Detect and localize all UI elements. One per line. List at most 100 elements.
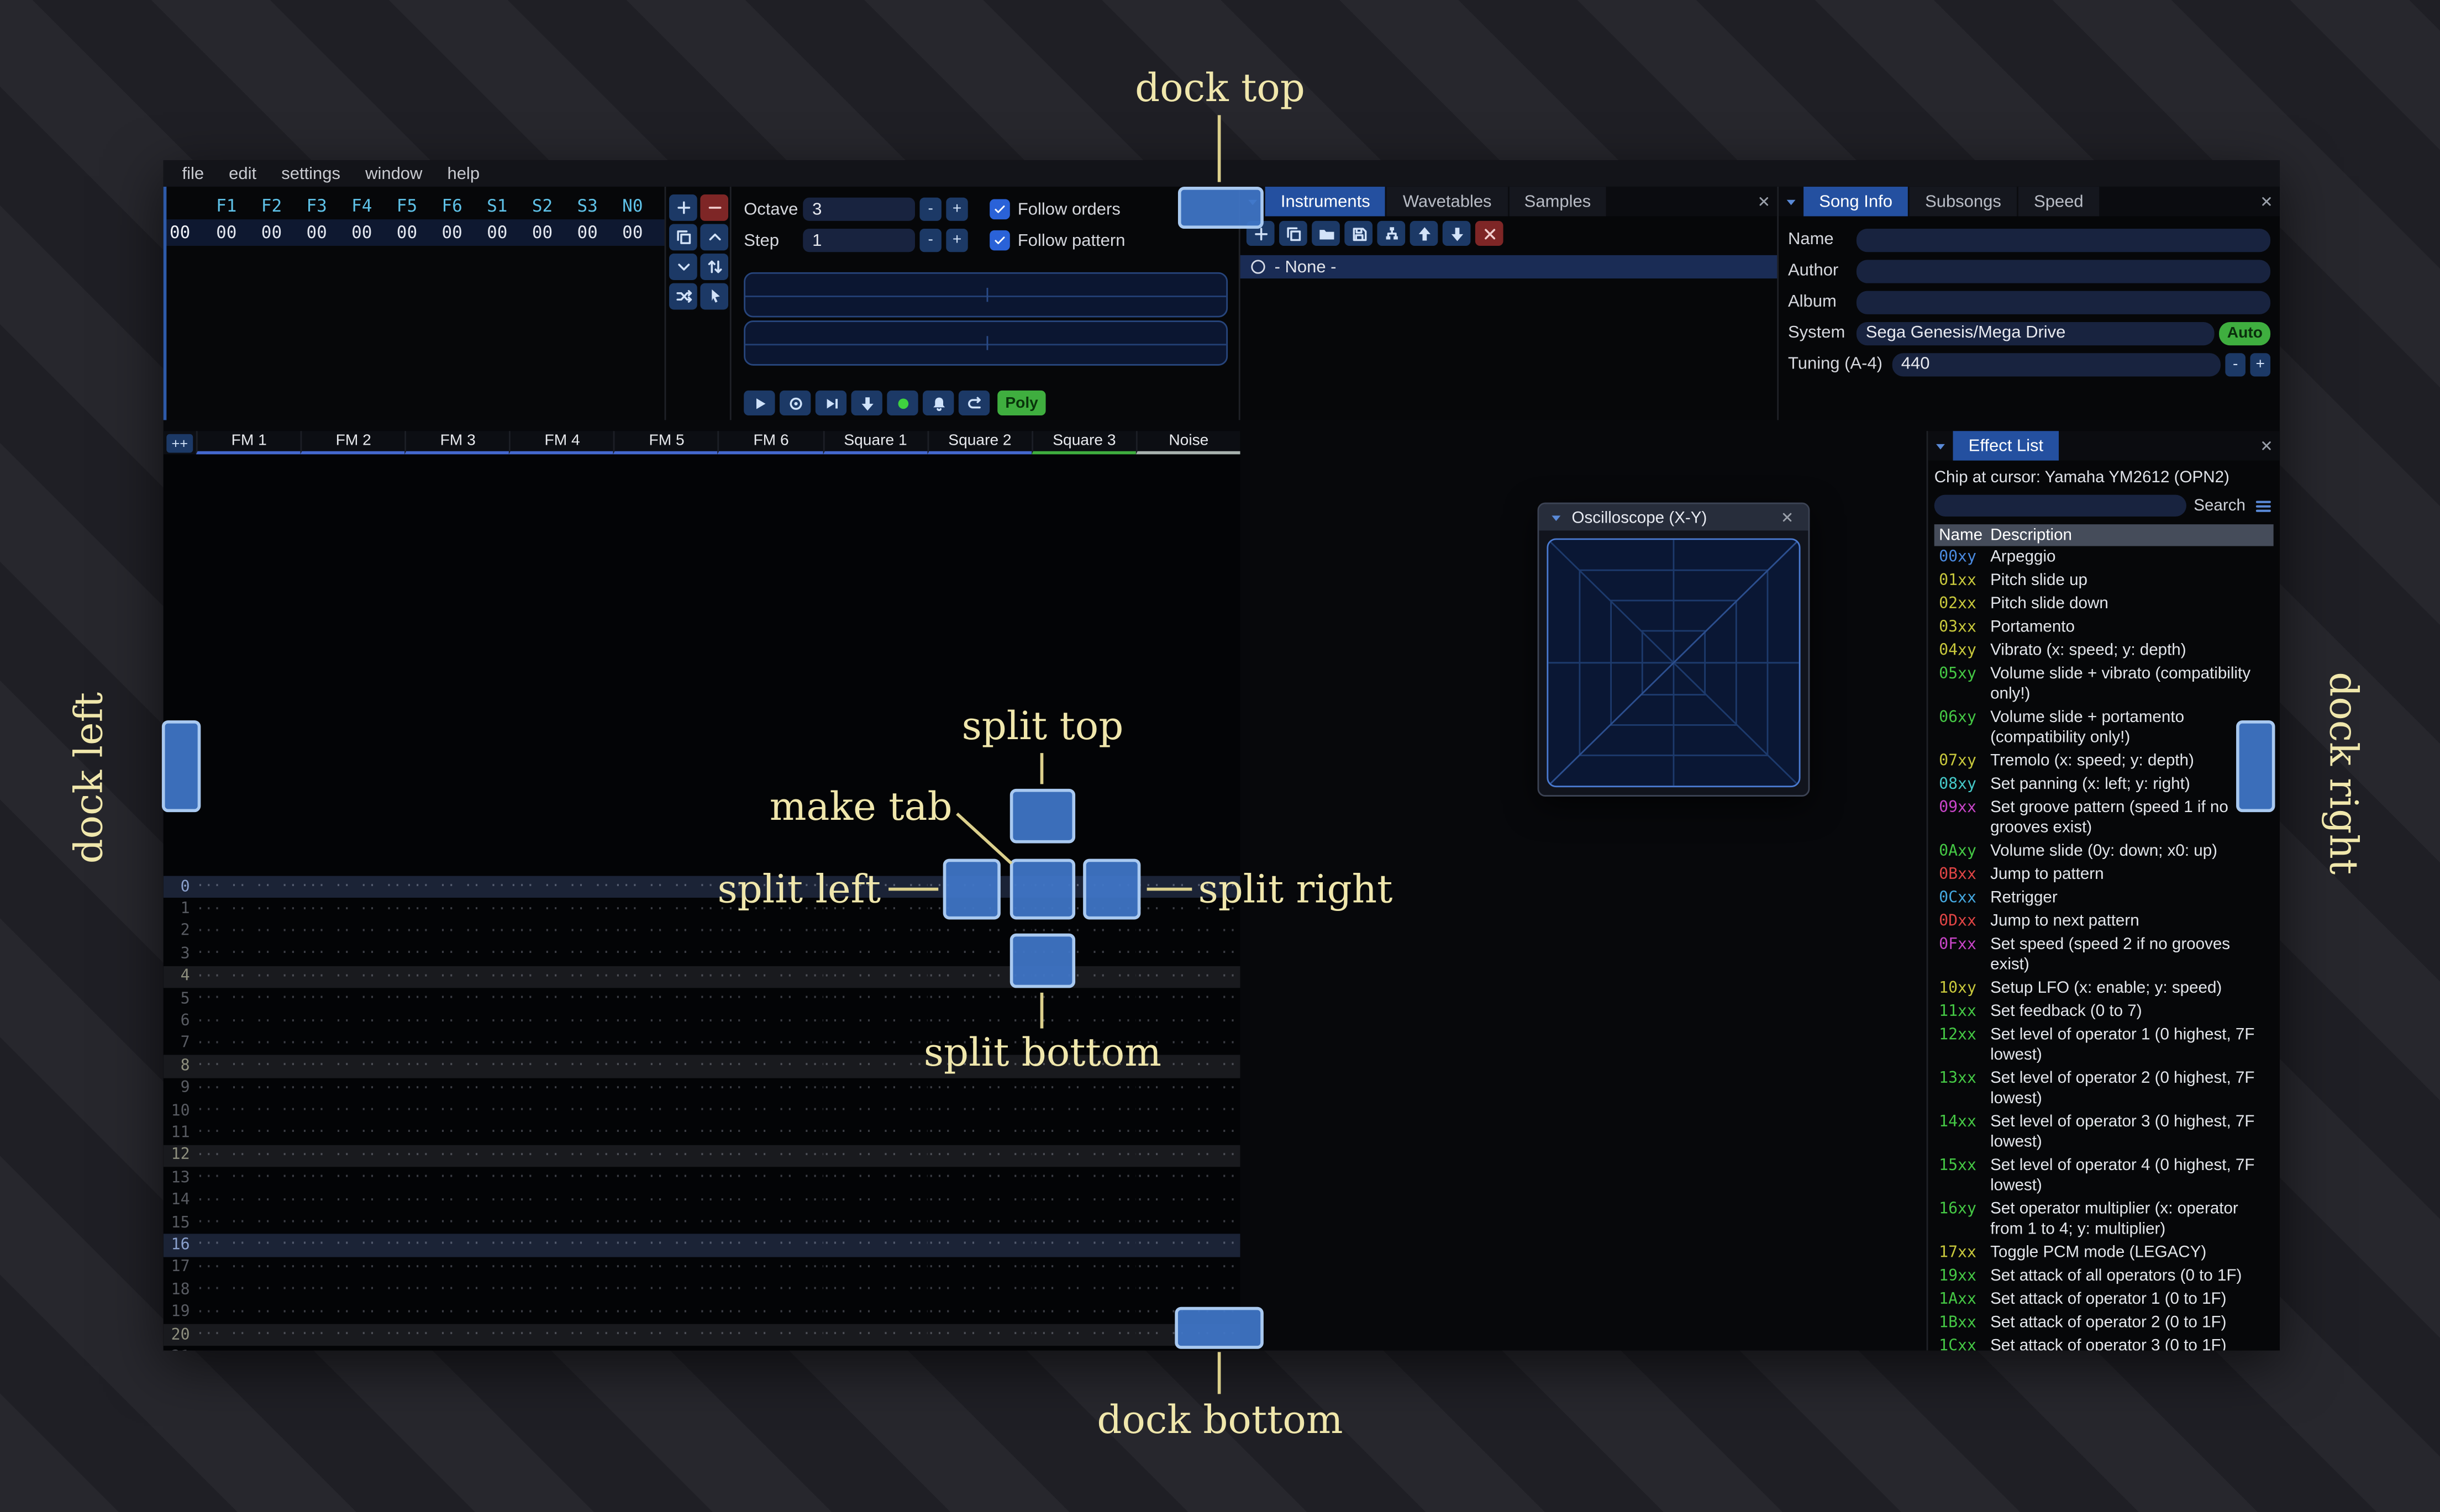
effect-row[interactable]: 07xy Tremolo (x: speed; y: depth) xyxy=(1934,750,2274,773)
pattern-cell[interactable]: ··· ·· ·· ··· xyxy=(405,1014,509,1029)
pattern-cell[interactable]: ··· ·· ·· ··· xyxy=(823,1103,927,1119)
pattern-cell[interactable]: ··· ·· ·· ··· xyxy=(196,1215,301,1231)
pattern-cell[interactable]: ··· ·· ·· ··· xyxy=(196,946,301,962)
effect-row[interactable]: 0Bxx Jump to pattern xyxy=(1934,863,2274,887)
pattern-cell[interactable]: ··· ·· ·· ··· xyxy=(405,1327,509,1342)
step-decrease-button[interactable]: - xyxy=(919,229,942,252)
order-cell[interactable]: 00 xyxy=(294,223,339,243)
stop-button[interactable] xyxy=(779,390,811,415)
system-auto-button[interactable]: Auto xyxy=(2219,321,2271,345)
pattern-cell[interactable]: ··· ·· ·· ··· xyxy=(301,1350,405,1351)
pattern-cell[interactable]: ··· ·· ·· ··· xyxy=(301,1305,405,1320)
pattern-cell[interactable]: ··· ·· ·· ··· xyxy=(718,1215,823,1231)
pattern-cell[interactable]: ··· ·· ·· ··· xyxy=(1135,969,1240,984)
pattern-cell[interactable]: ··· ·· ·· ··· xyxy=(196,1305,301,1320)
pattern-cell[interactable]: ··· ·· ·· ··· xyxy=(405,1171,509,1186)
pattern-cell[interactable]: ··· ·· ·· ··· xyxy=(301,1081,405,1097)
pattern-cell[interactable]: ··· ·· ·· ··· xyxy=(823,924,927,940)
effect-row[interactable]: 03xx Portamento xyxy=(1934,616,2274,639)
order-duplicate-button[interactable] xyxy=(669,224,697,251)
pattern-cell[interactable]: ··· ·· ·· ··· xyxy=(301,1126,405,1141)
pattern-cell[interactable]: ··· ·· ·· ··· xyxy=(405,924,509,940)
pattern-cell[interactable]: ··· ·· ·· ··· xyxy=(927,1148,1032,1163)
pattern-cell[interactable]: ··· ·· ·· ··· xyxy=(301,1148,405,1163)
effect-row[interactable]: 0Cxx Retrigger xyxy=(1934,887,2274,910)
pattern-cell[interactable]: ··· ·· ·· ··· xyxy=(614,1036,718,1051)
pattern-cell[interactable]: ··· ·· ·· ··· xyxy=(405,1058,509,1074)
octave-input[interactable]: 3 xyxy=(803,197,916,221)
tab-speed[interactable]: Speed xyxy=(2018,186,2099,217)
pattern-cell[interactable]: ··· ·· ·· ··· xyxy=(301,1260,405,1276)
pattern-cell[interactable]: ··· ·· ·· ··· xyxy=(196,969,301,984)
pattern-cell[interactable]: ··· ·· ·· ··· xyxy=(614,1171,718,1186)
pattern-cell[interactable]: ··· ·· ·· ··· xyxy=(301,1282,405,1298)
channel-header-fm-4[interactable]: FM 4 xyxy=(509,431,614,455)
pattern-cell[interactable]: ··· ·· ·· ··· xyxy=(1032,1148,1136,1163)
pattern-cell[interactable]: ··· ·· ·· ··· xyxy=(405,1350,509,1351)
effect-list-options-button[interactable] xyxy=(2253,496,2274,516)
pattern-cell[interactable]: ··· ·· ·· ··· xyxy=(718,1171,823,1186)
channel-header-square-2[interactable]: Square 2 xyxy=(927,431,1032,455)
tab-instruments[interactable]: Instruments xyxy=(1265,186,1386,217)
dock-target-split-right[interactable] xyxy=(1083,858,1141,920)
pattern-cell[interactable]: ··· ·· ·· ··· xyxy=(196,1014,301,1029)
pattern-cell[interactable]: ··· ·· ·· ··· xyxy=(718,1014,823,1029)
tuning-decrease-button[interactable]: - xyxy=(2225,352,2246,376)
pattern-cell[interactable]: ··· ·· ·· ··· xyxy=(1135,1237,1240,1253)
pattern-cell[interactable]: ··· ·· ·· ··· xyxy=(927,1081,1032,1097)
pattern-cell[interactable]: ··· ·· ·· ··· xyxy=(509,1081,614,1097)
pattern-cell[interactable]: ··· ·· ·· ··· xyxy=(509,924,614,940)
pattern-cell[interactable]: ··· ·· ·· ··· xyxy=(1135,1193,1240,1208)
pattern-cell[interactable]: ··· ·· ·· ··· xyxy=(927,1193,1032,1208)
edit-record-button[interactable] xyxy=(887,390,918,415)
pattern-cell[interactable]: ··· ·· ·· ··· xyxy=(509,1282,614,1298)
channel-header-fm-2[interactable]: FM 2 xyxy=(300,431,405,455)
pattern-cell[interactable]: ··· ·· ·· ··· xyxy=(301,1215,405,1231)
play-pattern-button[interactable] xyxy=(815,390,847,415)
pattern-cell[interactable]: ··· ·· ·· ··· xyxy=(823,1260,927,1276)
effect-row[interactable]: 0Dxx Jump to next pattern xyxy=(1934,910,2274,934)
pattern-cell[interactable]: ··· ·· ·· ··· xyxy=(1135,1014,1240,1029)
pattern-cell[interactable]: ··· ·· ·· ··· xyxy=(1032,1014,1136,1029)
instrument-dir-toggle-button[interactable] xyxy=(1377,220,1406,246)
pattern-cell[interactable]: ··· ·· ·· ··· xyxy=(509,902,614,917)
tab-samples[interactable]: Samples xyxy=(1508,186,1607,217)
pattern-cell[interactable]: ··· ·· ·· ··· xyxy=(823,1014,927,1029)
pattern-cell[interactable]: ··· ·· ·· ··· xyxy=(1032,1103,1136,1119)
pattern-cell[interactable]: ··· ·· ·· ··· xyxy=(301,924,405,940)
effect-row[interactable]: 01xx Pitch slide up xyxy=(1934,570,2274,593)
pattern-cell[interactable]: ··· ·· ·· ··· xyxy=(614,1237,718,1253)
order-add-button[interactable] xyxy=(669,194,697,221)
dock-target-left[interactable] xyxy=(161,720,201,813)
oscilloscope-titlebar[interactable]: Oscilloscope (X-Y) xyxy=(1539,504,1808,531)
pattern-cell[interactable]: ··· ·· ·· ··· xyxy=(301,1036,405,1051)
pattern-cell[interactable]: ··· ·· ·· ··· xyxy=(614,902,718,917)
pattern-cell[interactable]: ··· ·· ·· ··· xyxy=(1135,1350,1240,1351)
follow-pattern-checkbox[interactable]: Follow pattern xyxy=(990,230,1125,251)
pattern-cell[interactable]: ··· ·· ·· ··· xyxy=(509,1014,614,1029)
pattern-cell[interactable]: ··· ·· ·· ··· xyxy=(614,1215,718,1231)
pattern-cell[interactable]: ··· ·· ·· ··· xyxy=(927,1171,1032,1186)
pattern-cell[interactable]: ··· ·· ·· ··· xyxy=(718,1126,823,1141)
effect-row[interactable]: 14xx Set level of operator 3 (0 highest, … xyxy=(1934,1111,2274,1155)
step-input[interactable]: 1 xyxy=(803,229,916,252)
effect-search-input[interactable] xyxy=(1934,494,2186,517)
pattern-cell[interactable]: ··· ·· ·· ··· xyxy=(196,1058,301,1074)
tuning-input[interactable]: 440 xyxy=(1891,352,2221,376)
order-index[interactable]: 00 xyxy=(164,223,204,243)
menu-settings[interactable]: settings xyxy=(269,160,353,187)
dock-target-make-tab[interactable] xyxy=(1009,858,1076,920)
pattern-cell[interactable]: ··· ·· ·· ··· xyxy=(405,1081,509,1097)
pattern-cell[interactable]: ··· ·· ·· ··· xyxy=(718,1058,823,1074)
channel-header-fm-1[interactable]: FM 1 xyxy=(196,431,301,455)
channel-header-fm-6[interactable]: FM 6 xyxy=(718,431,823,455)
order-move-up-button[interactable] xyxy=(700,224,729,251)
effect-row[interactable]: 1Bxx Set attack of operator 2 (0 to 1F) xyxy=(1934,1311,2274,1335)
pattern-cell[interactable]: ··· ·· ·· ··· xyxy=(301,1193,405,1208)
effect-row[interactable]: 12xx Set level of operator 1 (0 highest, … xyxy=(1934,1024,2274,1067)
pattern-cell[interactable]: ··· ·· ·· ··· xyxy=(614,1260,718,1276)
pattern-cell[interactable]: ··· ·· ·· ··· xyxy=(1135,1171,1240,1186)
pattern-cell[interactable]: ··· ·· ·· ··· xyxy=(823,991,927,1007)
pattern-cell[interactable]: ··· ·· ·· ··· xyxy=(1032,1305,1136,1320)
pattern-cell[interactable]: ··· ·· ·· ··· xyxy=(509,1350,614,1351)
